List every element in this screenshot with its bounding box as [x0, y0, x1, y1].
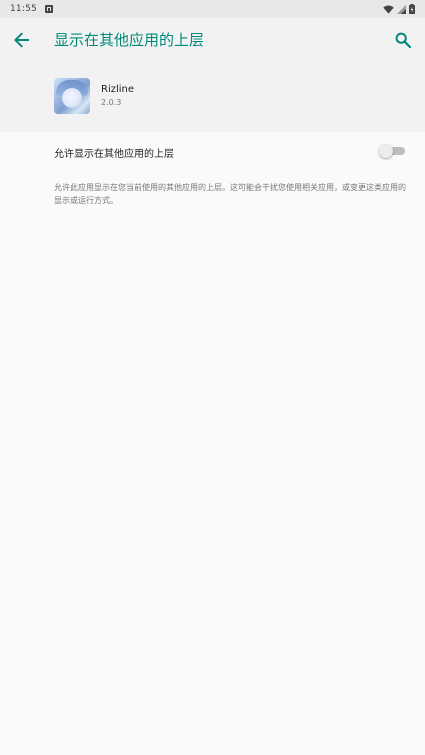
app-icon	[54, 78, 90, 114]
app-info-header: Rizline 2.0.3	[0, 61, 425, 132]
arrow-left-icon	[14, 32, 29, 48]
overlay-permission-row[interactable]: 允许显示在其他应用的上层	[0, 132, 425, 170]
page-title: 显示在其他应用的上层	[54, 31, 205, 49]
signal-icon	[397, 4, 406, 14]
search-icon	[395, 32, 411, 48]
status-bar: 11:55	[0, 0, 425, 18]
status-bar-right	[383, 4, 415, 14]
app-name: Rizline	[101, 84, 135, 95]
notification-a-icon	[44, 5, 53, 13]
overlay-permission-toggle[interactable]	[379, 144, 407, 158]
search-button[interactable]	[389, 26, 417, 54]
app-bar: 显示在其他应用的上层	[0, 18, 425, 61]
toggle-thumb	[379, 144, 393, 158]
permission-description: 允许此应用显示在您当前使用的其他应用的上层。这可能会干扰您使用相关应用，或变更这…	[54, 183, 406, 205]
overlay-permission-label: 允许显示在其他应用的上层	[54, 149, 174, 160]
app-icon-art-face	[62, 88, 82, 108]
back-button[interactable]	[8, 26, 36, 54]
app-version: 2.0.3	[101, 98, 122, 107]
status-time: 11:55	[10, 4, 37, 14]
wifi-icon	[383, 5, 394, 14]
battery-icon	[409, 4, 415, 14]
status-bar-left: 11:55	[10, 4, 53, 14]
